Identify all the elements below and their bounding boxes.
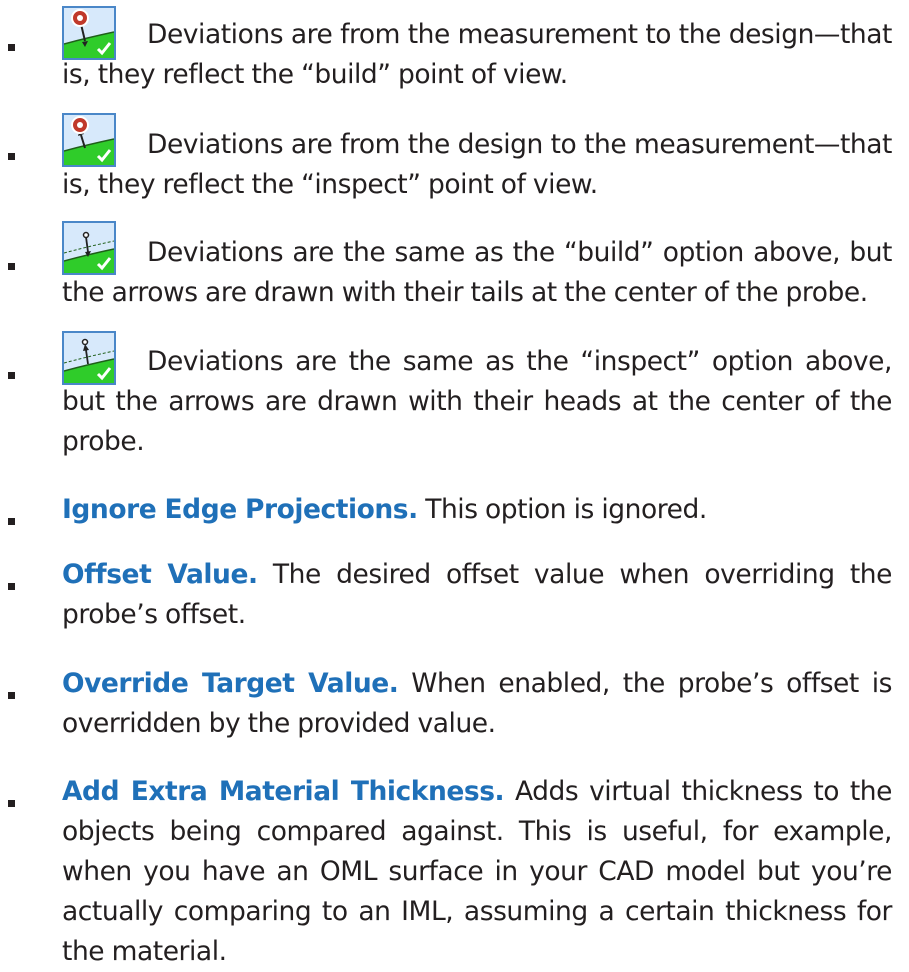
bullet — [8, 44, 15, 51]
list-item-text: Deviations are from the design to the me… — [62, 129, 892, 200]
bullet — [8, 518, 15, 525]
list-item-text: Deviations are the same as the “inspect”… — [62, 346, 892, 457]
term-heading: Add Extra Material Thickness. — [62, 776, 505, 807]
bullet — [8, 153, 15, 160]
bullet — [8, 372, 15, 379]
term-heading: Override Target Value. — [62, 668, 399, 699]
bullet — [8, 583, 15, 590]
term-heading: Offset Value. — [62, 559, 258, 590]
term-heading: Ignore Edge Projections. — [62, 494, 418, 525]
list-item-text: Add Extra Material Thickness. Adds virtu… — [62, 772, 892, 972]
list-item-text: Deviations are the same as the “build” o… — [62, 237, 892, 308]
list-item-text: Ignore Edge Projections. This option is … — [62, 490, 892, 530]
bullet — [8, 692, 15, 699]
list-item-text: Deviations are from the measurement to t… — [62, 19, 892, 90]
bullet — [8, 263, 15, 270]
list-item-text: Override Target Value. When enabled, the… — [62, 664, 892, 744]
bullet — [8, 800, 15, 807]
term-description: This option is ignored. — [425, 494, 707, 525]
list-item-text: Offset Value. The desired offset value w… — [62, 555, 892, 635]
